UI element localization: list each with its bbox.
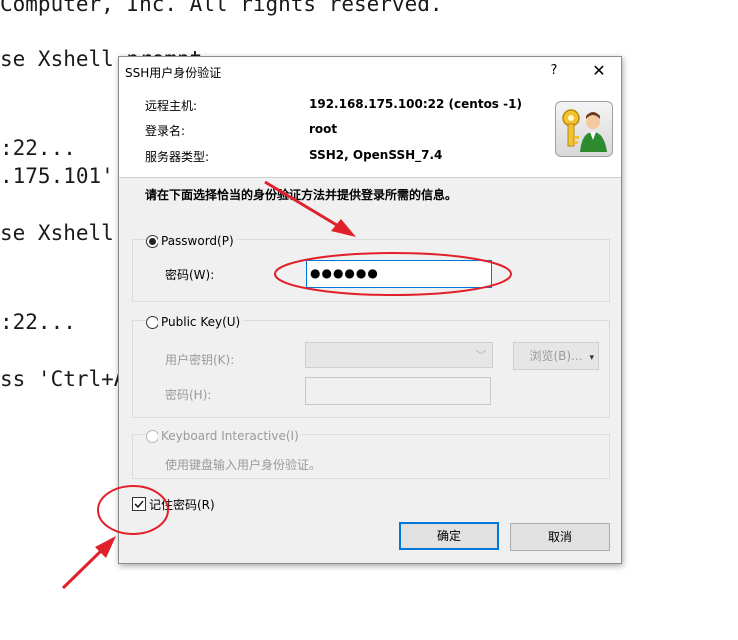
chevron-down-icon: ﹀ <box>476 351 486 362</box>
connection-info: 远程主机: 192.168.175.100:22 (centos -1) 登录名… <box>119 85 621 177</box>
user-value: root <box>309 122 338 136</box>
password-input-value: ●●●●●● <box>310 266 379 280</box>
terminal-line: :22... <box>0 310 76 334</box>
key-user-icon <box>555 101 613 157</box>
remember-password-label[interactable]: 记住密码(R) <box>149 496 215 513</box>
instruction-text: 请在下面选择恰当的身份验证方法并提供登录所需的信息。 <box>145 188 458 202</box>
terminal-line: :22... <box>0 136 76 160</box>
password-radio-label[interactable]: Password(P) <box>158 234 237 248</box>
checkmark-icon <box>134 500 144 509</box>
terminal-line: se Xshell <box>0 221 114 245</box>
public-key-radio-label[interactable]: Public Key(U) <box>158 315 244 329</box>
host-label: 远程主机: <box>145 99 198 113</box>
close-button[interactable]: ✕ <box>587 61 611 81</box>
password-field-label: 密码(W): <box>165 268 215 282</box>
server-type-value: SSH2, OpenSSH_7.4 <box>309 148 443 162</box>
password-input[interactable]: ●●●●●● <box>306 260 492 288</box>
cancel-button[interactable]: 取消 <box>510 523 610 551</box>
remember-password-checkbox[interactable] <box>132 497 146 511</box>
user-key-select[interactable]: ﹀ <box>305 342 493 368</box>
key-passphrase-input[interactable] <box>305 377 491 405</box>
dropdown-arrow-icon: ▾ <box>589 353 594 363</box>
keyboard-interactive-radio-label[interactable]: Keyboard Interactive(I) <box>158 429 302 443</box>
server-type-label: 服务器类型: <box>145 150 210 164</box>
browse-button[interactable]: 浏览(B)... ▾ <box>513 342 599 370</box>
ok-button[interactable]: 确定 <box>399 522 499 550</box>
terminal-line: .175.101' <box>0 164 114 188</box>
terminal-line: ss 'Ctrl+A <box>0 367 127 391</box>
key-passphrase-label: 密码(H): <box>165 388 212 402</box>
dialog-titlebar[interactable]: SSH用户身份验证 ? ✕ <box>119 57 621 85</box>
terminal-line: Computer, Inc. All rights reserved. <box>0 0 443 16</box>
help-button[interactable]: ? <box>543 61 565 81</box>
user-key-label: 用户密钥(K): <box>165 353 235 367</box>
keyboard-interactive-desc: 使用键盘输入用户身份验证。 <box>165 458 322 472</box>
browse-button-label: 浏览(B)... <box>529 349 583 363</box>
host-value: 192.168.175.100:22 (centos -1) <box>309 97 522 111</box>
user-label: 登录名: <box>145 124 186 138</box>
dialog-title: SSH用户身份验证 <box>125 66 222 80</box>
ssh-auth-dialog: SSH用户身份验证 ? ✕ 远程主机: 192.168.175.100:22 (… <box>118 56 622 564</box>
